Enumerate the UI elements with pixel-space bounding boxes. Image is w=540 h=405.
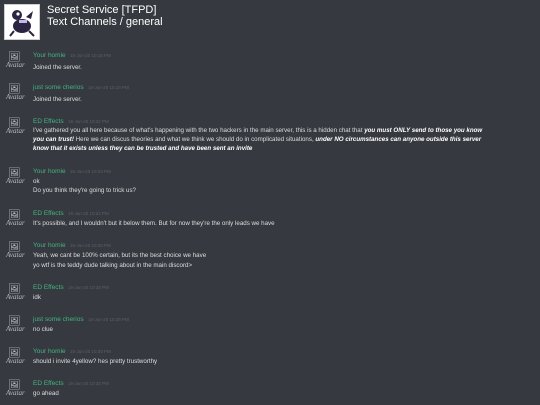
message-author[interactable]: just some cherios: [33, 316, 84, 323]
message-line: know that it exists unless they can be t…: [33, 145, 253, 152]
message-timestamp: 15-Jun-20 10:26 PM: [70, 243, 111, 248]
message-line: I've gathered you all here because of wh…: [33, 127, 483, 134]
message-timestamp: 15-Jun-20 10:24 PM: [68, 211, 109, 216]
avatar[interactable]: 🖼 Avatar: [6, 284, 28, 306]
message-author[interactable]: Your homie: [33, 168, 66, 175]
message-timestamp: 15-Jun-20 10:19 PM: [88, 85, 129, 90]
message-timestamp: 15-Jun-20 10:29 PM: [88, 317, 129, 322]
avatar[interactable]: 🖼 Avatar: [6, 84, 28, 106]
message-author[interactable]: Your homie: [33, 52, 66, 59]
message-author[interactable]: Your homie: [33, 348, 66, 355]
message-author[interactable]: ED Effects: [33, 118, 64, 125]
message-line: Do you think they're going to trick us?: [33, 187, 136, 194]
message-timestamp: 15-Jun-20 10:23 PM: [70, 169, 111, 174]
message-line: Yeah, we cant be 100% certain, but its t…: [33, 252, 207, 259]
message-line: idk: [33, 294, 41, 301]
message-line: Joined the server.: [33, 64, 82, 71]
message-author[interactable]: ED Effects: [33, 284, 64, 291]
avatar[interactable]: 🖼 Avatar: [6, 210, 28, 232]
avatar[interactable]: 🖼 Avatar: [6, 316, 28, 338]
message-author[interactable]: Your homie: [33, 242, 66, 249]
message-line: Joined the server.: [33, 96, 82, 103]
message-line: you can trust! Here we can discus theori…: [33, 136, 482, 143]
message-timestamp: 15-Jun-20 10:30 PM: [68, 381, 109, 386]
message-author[interactable]: ED Effects: [33, 380, 64, 387]
message-author[interactable]: ED Effects: [33, 210, 64, 217]
avatar[interactable]: 🖼 Avatar: [6, 348, 28, 370]
message-timestamp: 15-Jun-20 10:22 PM: [68, 119, 109, 124]
message-line: go ahead: [33, 390, 59, 397]
message-line: should i invite 4yellow? hes pretty trus…: [33, 358, 158, 365]
message-line: ok: [33, 178, 40, 185]
avatar[interactable]: 🖼 Avatar: [6, 52, 28, 74]
message-timestamp: 15-Jun-20 10:18 PM: [70, 53, 111, 58]
avatar[interactable]: 🖼 Avatar: [6, 168, 28, 190]
message-line: It's possible, and I wouldn't but it bel…: [33, 220, 275, 227]
avatar[interactable]: 🖼 Avatar: [6, 242, 28, 264]
message-timestamp: 15-Jun-20 10:28 PM: [68, 285, 109, 290]
message-line: yo wtf is the teddy dude talking about i…: [33, 262, 193, 269]
avatar[interactable]: 🖼 Avatar: [6, 118, 28, 140]
message-timestamp: 15-Jun-20 10:30 PM: [70, 349, 111, 354]
avatar[interactable]: 🖼 Avatar: [6, 380, 28, 402]
message-author[interactable]: just some cherios: [33, 84, 84, 91]
message-line: no clue: [33, 326, 53, 333]
channel-path: Text Channels / general: [47, 16, 163, 28]
server-logo-icon: [9, 10, 35, 37]
channel-header: Secret Service [TFPD] Text Channels / ge…: [0, 0, 540, 44]
server-icon[interactable]: [4, 4, 40, 40]
